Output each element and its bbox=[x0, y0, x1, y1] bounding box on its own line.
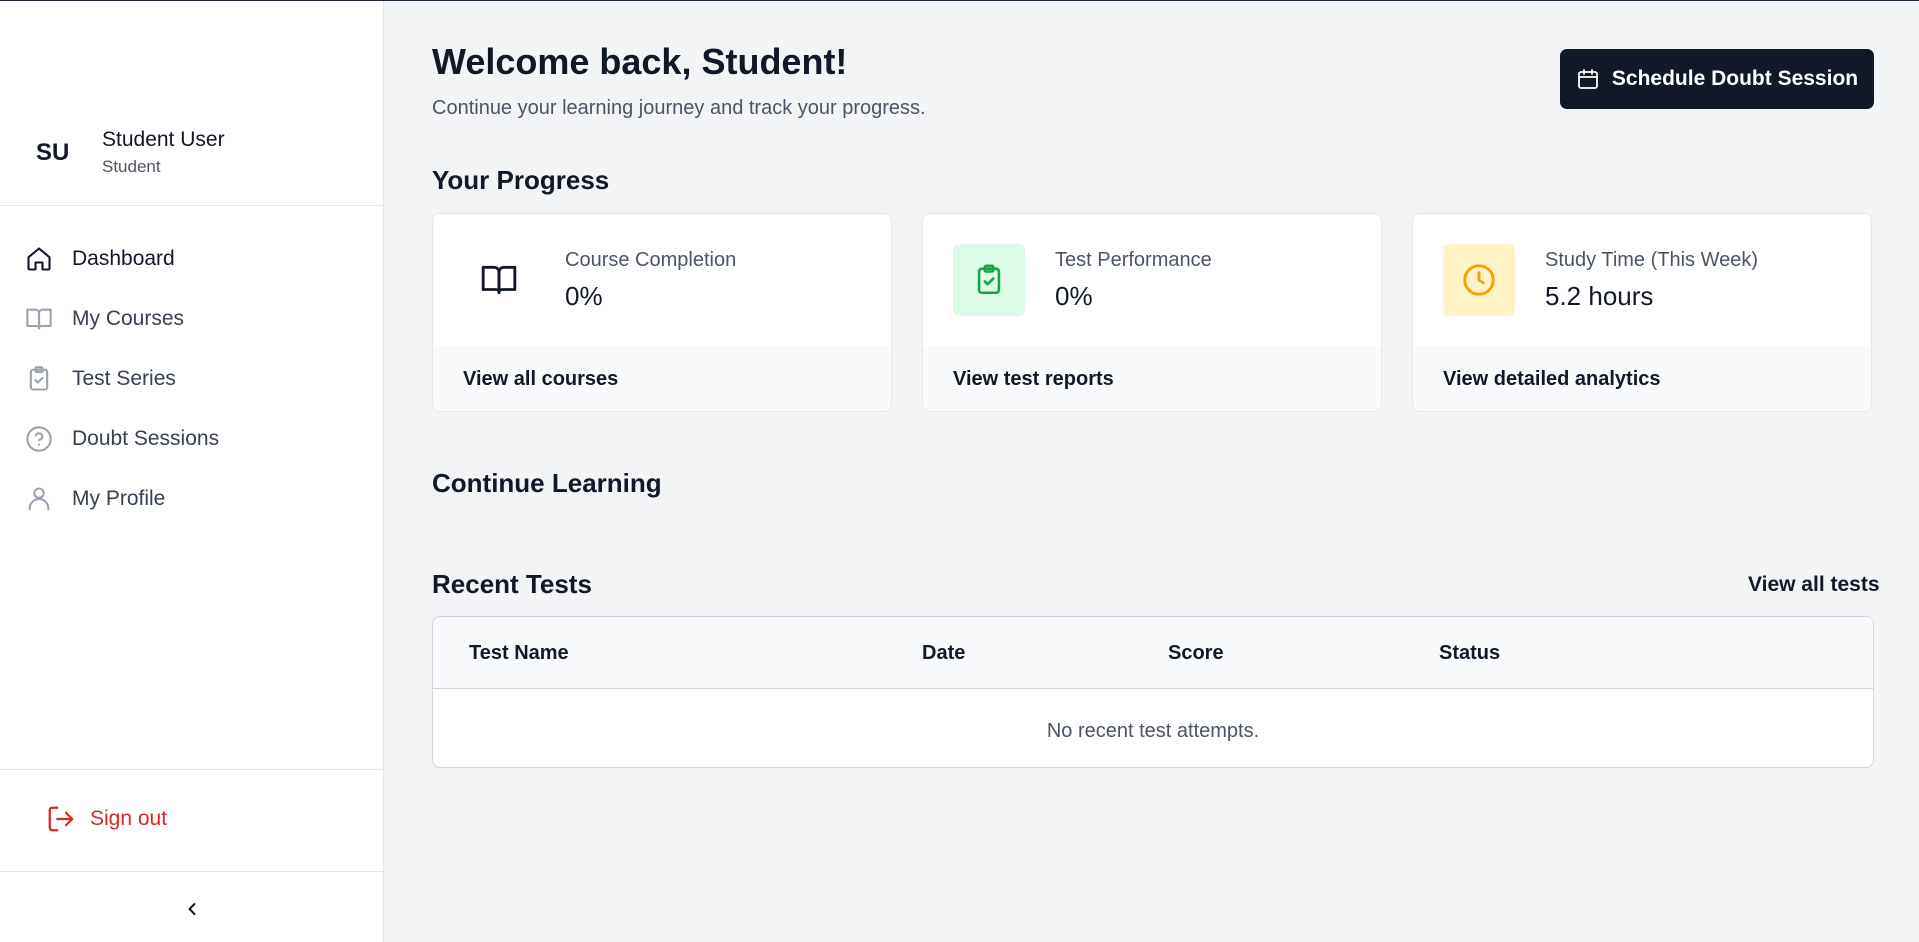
column-header-test-name: Test Name bbox=[469, 642, 569, 664]
card-footer: View detailed analytics bbox=[1413, 346, 1871, 411]
main-content: Welcome back, Student! Continue your lea… bbox=[384, 1, 1919, 942]
logout-icon bbox=[46, 804, 76, 834]
clock-icon bbox=[1443, 244, 1515, 316]
sidebar-item-label: My Profile bbox=[72, 487, 166, 510]
sidebar-item-doubt-sessions[interactable]: Doubt Sessions bbox=[0, 409, 383, 469]
continue-learning-title: Continue Learning bbox=[432, 468, 662, 498]
sign-out-section: Sign out bbox=[0, 769, 383, 872]
card-footer: View test reports bbox=[923, 346, 1381, 411]
sidebar: SU Student User Student Dashboard My Cou… bbox=[0, 1, 384, 942]
home-icon bbox=[24, 244, 54, 274]
sidebar-item-label: Dashboard bbox=[72, 247, 175, 270]
view-test-reports-link[interactable]: View test reports bbox=[953, 368, 1114, 391]
test-performance-card: Test Performance 0% View test reports bbox=[922, 213, 1382, 412]
empty-state-message: No recent test attempts. bbox=[1046, 720, 1260, 742]
card-value: 0% bbox=[1055, 281, 1093, 311]
user-icon bbox=[24, 484, 54, 514]
sidebar-item-label: My Courses bbox=[72, 307, 185, 330]
user-profile: SU Student User Student bbox=[0, 101, 383, 206]
user-name: Student User bbox=[102, 128, 225, 151]
clipboard-check-icon bbox=[953, 244, 1025, 316]
collapse-sidebar-button[interactable] bbox=[180, 897, 204, 921]
schedule-button-label: Schedule Doubt Session bbox=[1611, 67, 1859, 90]
book-icon bbox=[24, 304, 54, 334]
card-label: Test Performance bbox=[1055, 249, 1212, 271]
card-label: Study Time (This Week) bbox=[1545, 249, 1759, 271]
column-header-status: Status bbox=[1439, 642, 1501, 664]
sidebar-item-label: Test Series bbox=[72, 367, 176, 390]
clipboard-check-icon bbox=[24, 364, 54, 394]
card-label: Course Completion bbox=[565, 249, 737, 271]
course-completion-card: Course Completion 0% View all courses bbox=[432, 213, 892, 412]
recent-tests-table: Test Name Date Score Status No recent te… bbox=[432, 616, 1874, 768]
schedule-doubt-session-button[interactable]: Schedule Doubt Session bbox=[1560, 49, 1874, 109]
card-value: 5.2 hours bbox=[1545, 281, 1654, 311]
question-circle-icon bbox=[24, 424, 54, 454]
sidebar-item-my-courses[interactable]: My Courses bbox=[0, 289, 383, 349]
column-header-date: Date bbox=[922, 642, 966, 664]
sign-out-button[interactable]: Sign out bbox=[46, 804, 167, 834]
book-icon bbox=[463, 244, 535, 316]
calendar-icon bbox=[1576, 67, 1600, 91]
recent-tests-title: Recent Tests bbox=[432, 569, 592, 599]
view-detailed-analytics-link[interactable]: View detailed analytics bbox=[1443, 368, 1661, 391]
card-footer: View all courses bbox=[433, 346, 891, 411]
card-value: 0% bbox=[565, 281, 603, 311]
study-time-card: Study Time (This Week) 5.2 hours View de… bbox=[1412, 213, 1872, 412]
sidebar-item-label: Doubt Sessions bbox=[72, 427, 220, 450]
view-all-tests-link[interactable]: View all tests bbox=[1748, 573, 1880, 597]
sidebar-item-dashboard[interactable]: Dashboard bbox=[0, 229, 383, 289]
table-header: Test Name Date Score Status bbox=[433, 617, 1873, 689]
sidebar-item-my-profile[interactable]: My Profile bbox=[0, 469, 383, 529]
column-header-score: Score bbox=[1168, 642, 1224, 664]
page-subtitle: Continue your learning journey and track… bbox=[432, 97, 926, 119]
progress-section-title: Your Progress bbox=[432, 165, 610, 195]
sidebar-item-test-series[interactable]: Test Series bbox=[0, 349, 383, 409]
user-role: Student bbox=[102, 157, 161, 176]
sign-out-label: Sign out bbox=[90, 807, 168, 830]
view-all-courses-link[interactable]: View all courses bbox=[463, 368, 618, 391]
chevron-left-icon bbox=[182, 899, 202, 919]
avatar: SU bbox=[36, 139, 70, 166]
page-title: Welcome back, Student! bbox=[432, 41, 848, 82]
sidebar-nav: Dashboard My Courses Test Series Doubt S… bbox=[0, 229, 383, 529]
